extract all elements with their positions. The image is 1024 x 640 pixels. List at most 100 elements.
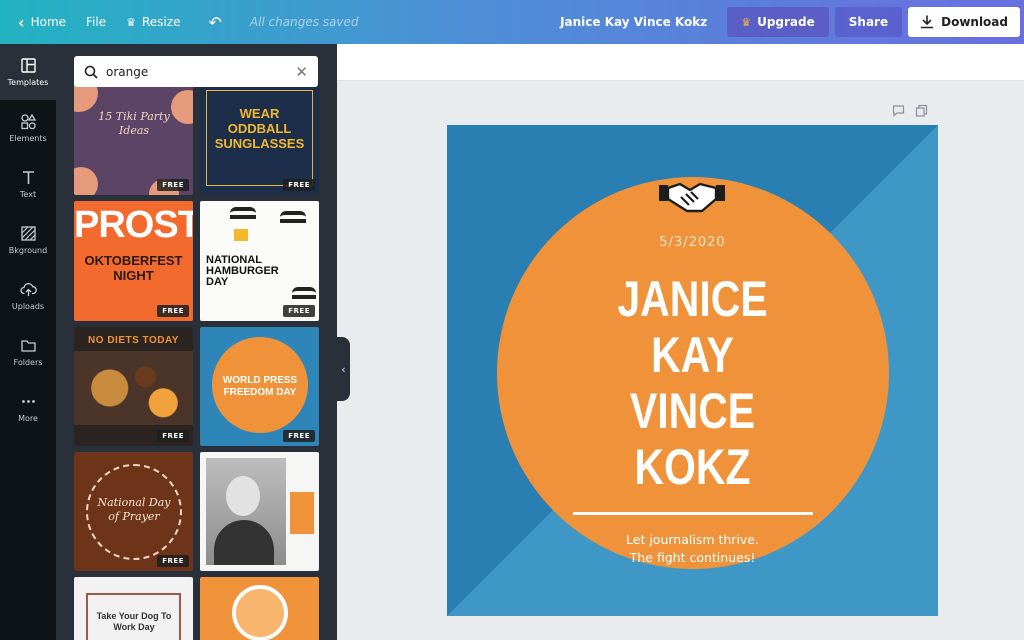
download-button[interactable]: Download (908, 7, 1020, 37)
more-icon (21, 400, 35, 403)
nav-label: Text (19, 190, 37, 199)
portrait-head (226, 476, 260, 516)
template-tile[interactable] (200, 577, 319, 640)
nav-elements[interactable]: Elements (0, 100, 56, 156)
nav-label: Bkground (8, 246, 48, 255)
undo-button[interactable]: ↶ (198, 0, 231, 44)
nav-label: More (18, 414, 38, 423)
template-tile[interactable]: PROST! OKTOBERFEST NIGHT FREE (74, 201, 193, 321)
name-line: VINCE (629, 383, 756, 439)
nav-label: Templates (7, 78, 49, 87)
template-search: ✕ (74, 56, 318, 87)
tagline-line: Let journalism thrive. (626, 532, 759, 547)
nav-background[interactable]: Bkground (0, 212, 56, 268)
crown-icon: ♛ (126, 15, 136, 29)
template-tile[interactable]: WORLD PRESS FREEDOM DAY FREE (200, 327, 319, 446)
file-label: File (86, 15, 107, 29)
free-badge: FREE (283, 430, 315, 442)
upgrade-label: Upgrade (757, 15, 815, 29)
background-icon (20, 226, 36, 241)
folders-icon (20, 340, 36, 352)
top-bar: ‹ Home File ♛ Resize ↶ All changes saved… (0, 0, 1024, 44)
design-name[interactable]: JANICE KAY VINCE KOKZ (491, 271, 894, 495)
flower-decoration (171, 90, 193, 124)
templates-panel: 15 Tiki Party Ideas FREE WEAR ODDBALL SU… (56, 44, 337, 640)
nav-more[interactable]: More (0, 380, 56, 436)
design-date[interactable]: 5/3/2020 (447, 235, 938, 250)
template-tile[interactable]: NATIONAL HAMBURGER DAY FREE (200, 201, 319, 321)
tile-circle (232, 585, 288, 640)
handshake-icon[interactable] (657, 175, 727, 219)
comment-icon[interactable] (892, 104, 905, 117)
resize-label: Resize (142, 15, 181, 29)
nav-templates[interactable]: Templates (0, 44, 56, 100)
burger-icon (280, 211, 306, 223)
design-workspace: 5/3/2020 JANICE KAY VINCE KOKZ Let journ… (337, 44, 1024, 640)
download-icon (920, 15, 934, 29)
portrait-photo (206, 458, 286, 565)
divider-line[interactable] (573, 512, 813, 515)
template-tile[interactable]: WEAR ODDBALL SUNGLASSES FREE (200, 82, 319, 195)
nav-label: Uploads (11, 302, 45, 311)
template-title: Take Your Dog To Work Day (96, 611, 172, 632)
burger-icon (230, 207, 256, 219)
share-button[interactable]: Share (834, 7, 903, 37)
free-badge: FREE (157, 555, 189, 567)
tagline-line: The fight continues! (629, 550, 756, 565)
template-tile[interactable]: Take Your Dog To Work Day (74, 577, 193, 640)
elements-icon (20, 113, 36, 130)
home-label: Home (30, 15, 67, 29)
search-input[interactable] (106, 64, 288, 79)
name-line: JANICE (617, 271, 768, 327)
resize-button[interactable]: ♛ Resize (116, 0, 190, 44)
upgrade-button[interactable]: ♛ Upgrade (727, 7, 829, 37)
free-badge: FREE (157, 430, 189, 442)
nav-text[interactable]: Text (0, 156, 56, 212)
burger-icon (292, 287, 316, 299)
search-icon (84, 65, 98, 79)
free-badge: FREE (283, 305, 315, 317)
nav-uploads[interactable]: Uploads (0, 268, 56, 324)
save-status: All changes saved (249, 15, 359, 29)
page-tools (892, 104, 928, 117)
design-tagline[interactable]: Let journalism thrive. The fight continu… (447, 531, 938, 567)
template-tile[interactable]: National Day of Prayer FREE (74, 452, 193, 571)
free-badge: FREE (157, 179, 189, 191)
uploads-icon (19, 283, 37, 296)
chevron-left-icon: ‹ (341, 362, 346, 376)
download-label: Download (941, 15, 1008, 29)
template-title: NATIONAL HAMBURGER DAY (206, 254, 279, 288)
design-canvas[interactable]: 5/3/2020 JANICE KAY VINCE KOKZ Let journ… (447, 125, 938, 616)
document-title[interactable]: Janice Kay Vince Kokz (560, 15, 707, 29)
template-tile[interactable]: 15 Tiki Party Ideas FREE (74, 82, 193, 195)
free-badge: FREE (283, 179, 315, 191)
home-button[interactable]: ‹ Home (8, 0, 76, 44)
share-label: Share (848, 15, 889, 29)
side-nav: Templates Elements Text Bkground Uploads… (0, 44, 56, 640)
nav-folders[interactable]: Folders (0, 324, 56, 380)
template-tile[interactable] (200, 452, 319, 571)
name-line: KOKZ (634, 439, 751, 495)
chevron-left-icon: ‹ (18, 12, 25, 32)
free-badge: FREE (157, 305, 189, 317)
portrait-body (214, 520, 274, 565)
template-title: WEAR ODDBALL SUNGLASSES (214, 106, 305, 151)
template-tile[interactable]: NO DIETS TODAY FREE (74, 327, 193, 446)
template-title: NO DIETS TODAY (88, 335, 179, 346)
template-title: National Day of Prayer (97, 496, 171, 523)
text-icon (22, 171, 34, 184)
template-subtitle: OKTOBERFEST NIGHT (84, 253, 183, 283)
file-menu[interactable]: File (76, 0, 116, 44)
nav-label: Elements (9, 134, 47, 143)
food-photo (74, 351, 193, 425)
clear-search-icon[interactable]: ✕ (295, 63, 308, 81)
template-title: WORLD PRESS FREEDOM DAY (222, 375, 298, 398)
accent-block (290, 492, 314, 534)
undo-icon: ↶ (208, 12, 222, 32)
duplicate-page-icon[interactable] (915, 104, 928, 117)
flower-decoration (74, 167, 98, 195)
collapse-panel-button[interactable]: ‹ (337, 337, 350, 401)
accent-block (234, 229, 248, 241)
nav-label: Folders (13, 358, 43, 367)
template-title: 15 Tiki Party Ideas (98, 110, 170, 137)
